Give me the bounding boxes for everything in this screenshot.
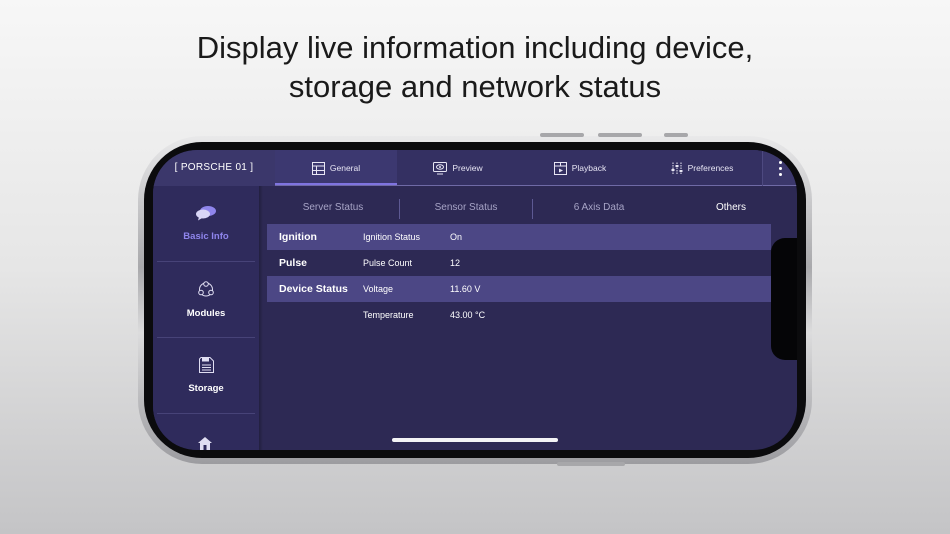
sidebar-shadow [259,186,263,450]
tab-preferences-label: Preferences [687,163,734,173]
house-icon [198,437,212,450]
table-row: Pulse Pulse Count 12 [267,250,771,276]
modules-icon [198,280,214,296]
sidebar-item-label: Modules [186,307,226,319]
sliders-icon [671,162,683,174]
subtab-server-status[interactable]: Server Status [267,186,399,226]
row-value: 43.00 °C [450,310,486,320]
row-label: Voltage [363,284,394,294]
row-value: 12 [450,258,461,268]
silent-switch [664,133,688,137]
table-row: Device Status Voltage 11.60 V [267,276,771,302]
sidebar-item-label: Storage [188,383,224,394]
row-value: On [450,232,463,242]
sidebar-item-storage[interactable]: Storage [153,338,259,413]
tab-general-label: General [329,163,361,173]
more-dot-icon [778,166,782,170]
more-dot-icon [778,160,782,164]
tab-preview-label: Preview [452,163,483,173]
table-row: Ignition Ignition Status On [267,224,771,250]
chat-bubbles-icon [196,206,216,221]
sidebar: Basic Info Modules Storage [153,186,259,450]
volume-button-1 [540,133,584,137]
headline: Display live information including devic… [0,28,950,106]
headline-line-2: storage and network status [288,69,662,104]
more-menu-button[interactable] [762,150,797,186]
main-tabs: General Preview Playback Preferences [275,150,763,186]
row-label: Temperature [363,310,414,320]
volume-button-2 [598,133,642,137]
more-dot-icon [778,172,782,176]
home-indicator[interactable] [392,438,558,442]
top-bar: [ PORSCHE 01 ] General Preview Playback … [153,150,797,186]
sub-tabs: Server Status Sensor Status 6 Axis Data … [267,186,797,226]
tab-general[interactable]: General [275,150,397,186]
row-value: 11.60 V [450,284,481,294]
tab-preferences[interactable]: Preferences [641,150,763,186]
monitor-eye-icon [433,161,448,174]
side-button [557,462,625,466]
subtab-others[interactable]: Others [665,186,797,226]
sidebar-item-modules[interactable]: Modules [153,262,259,337]
device-name[interactable]: [ PORSCHE 01 ] [153,150,275,186]
grid-icon [311,161,325,175]
row-group: Ignition [279,231,317,243]
tab-preview[interactable]: Preview [397,150,519,186]
tab-playback[interactable]: Playback [519,150,641,186]
video-grid-icon [553,161,567,175]
tab-playback-label: Playback [571,163,607,173]
subtab-sensor-status[interactable]: Sensor Status [400,186,532,226]
sidebar-divider [157,413,255,414]
storage-icon [198,357,214,373]
sidebar-item-label: Basic Info [183,231,229,242]
row-group: Pulse [279,257,308,269]
sidebar-item-home[interactable] [197,436,213,450]
row-label: Pulse Count [363,258,413,268]
camera-notch [771,238,797,360]
row-label: Ignition Status [363,232,421,242]
subtab-6-axis-data[interactable]: 6 Axis Data [533,186,665,226]
table-row: Temperature 43.00 °C [267,302,771,328]
row-group: Device Status [279,283,348,295]
sidebar-item-basic-info[interactable]: Basic Info [153,186,259,261]
app-screen: [ PORSCHE 01 ] General Preview Playback … [153,150,797,450]
headline-line-1: Display live information including devic… [196,30,754,65]
